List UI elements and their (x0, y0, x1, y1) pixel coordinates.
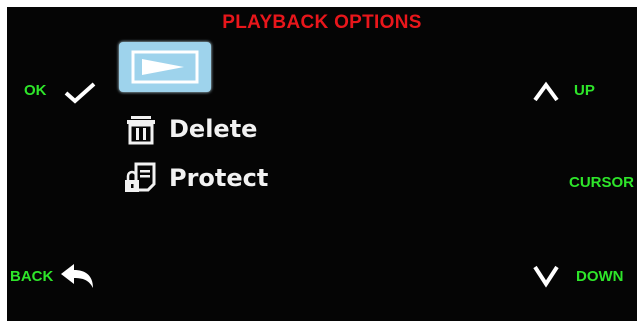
trash-icon (123, 113, 159, 145)
down-hint-label: DOWN (576, 268, 624, 285)
screen-title: PLAYBACK OPTIONS (222, 12, 422, 33)
lock-document-icon (123, 162, 159, 194)
ok-hint-label: OK (24, 82, 47, 99)
back-arrow-icon[interactable] (59, 262, 97, 290)
menu-item-label: Delete (169, 115, 258, 143)
menu-item-label: Protect (169, 164, 269, 192)
up-hint-label: UP (574, 82, 595, 99)
checkmark-icon[interactable] (63, 81, 97, 105)
chevron-down-icon[interactable] (532, 264, 560, 288)
playback-options-screen: PLAYBACK OPTIONS Delete Protect OK BACK … (7, 7, 637, 321)
back-hint-label: BACK (10, 268, 54, 285)
playback-mode-tile[interactable] (119, 42, 211, 92)
chevron-up-icon[interactable] (532, 81, 560, 103)
playback-icon (131, 50, 199, 84)
cursor-hint-label: CURSOR (569, 174, 635, 191)
menu-item-delete[interactable]: Delete (123, 112, 257, 146)
menu-item-protect[interactable]: Protect (123, 161, 268, 195)
